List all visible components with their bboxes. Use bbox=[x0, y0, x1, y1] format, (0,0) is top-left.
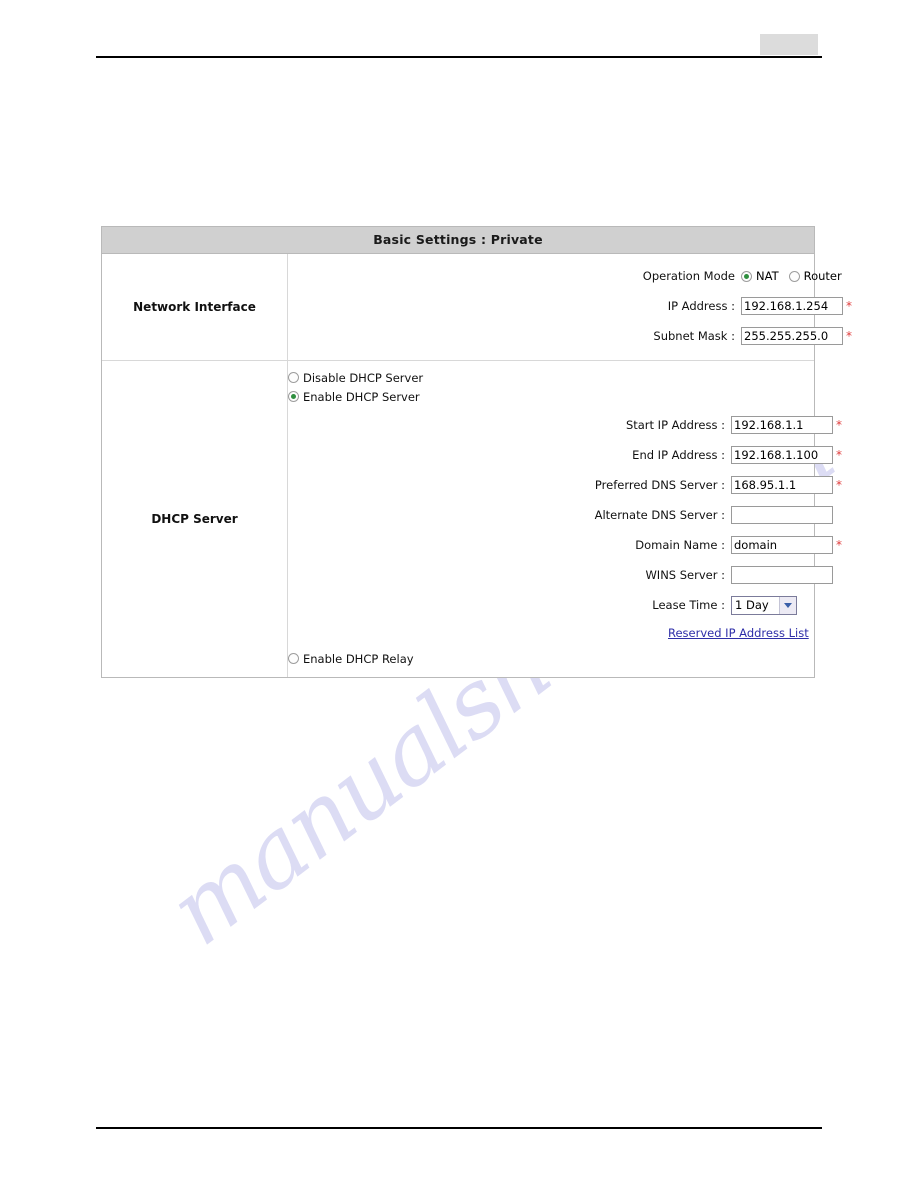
table-row-network-interface: Network Interface Operation Mode NAT Rou… bbox=[102, 254, 852, 360]
radio-router-label: Router bbox=[803, 269, 842, 283]
radio-enable-dhcp-relay-label: Enable DHCP Relay bbox=[303, 651, 414, 666]
row-label-dhcp-server: DHCP Server bbox=[102, 361, 288, 677]
required-marker-end-ip-address: * bbox=[836, 448, 842, 462]
required-marker-subnet-mask: * bbox=[846, 329, 852, 343]
input-ip-address[interactable] bbox=[741, 297, 843, 315]
reserved-ip-link-row: Reserved IP Address List bbox=[288, 620, 842, 646]
field-domain-name: Domain Name : * bbox=[288, 530, 842, 560]
row-label-network-interface: Network Interface bbox=[102, 254, 288, 360]
radio-router-icon[interactable] bbox=[788, 270, 800, 282]
radio-disable-dhcp-server-icon[interactable] bbox=[288, 372, 299, 383]
field-end-ip-address: End IP Address : * bbox=[288, 440, 842, 470]
panel-title: Basic Settings : Private bbox=[102, 227, 814, 254]
required-marker-preferred-dns-server: * bbox=[836, 478, 842, 492]
input-preferred-dns-server[interactable] bbox=[731, 476, 833, 494]
select-lease-time[interactable]: 1 Day bbox=[731, 595, 797, 615]
basic-settings-panel: Basic Settings : Private Network Interfa… bbox=[101, 226, 852, 678]
field-lease-time: Lease Time : 1 Day bbox=[288, 590, 842, 620]
required-marker-ip-address: * bbox=[846, 299, 852, 313]
operation-mode-field: Operation Mode NAT Router bbox=[298, 261, 852, 291]
row-body-network-interface: Operation Mode NAT Router IP Address : *… bbox=[288, 254, 852, 360]
radio-option-nat[interactable]: NAT bbox=[741, 269, 779, 283]
header-rule bbox=[96, 56, 822, 58]
field-wins-server: WINS Server : bbox=[288, 560, 842, 590]
input-start-ip-address[interactable] bbox=[731, 416, 833, 434]
radio-enable-dhcp-server-label: Enable DHCP Server bbox=[303, 389, 420, 404]
radio-nat-icon[interactable] bbox=[741, 270, 752, 282]
footer-rule bbox=[96, 1127, 822, 1129]
row-body-dhcp-server: Disable DHCP Server Enable DHCP Server S… bbox=[288, 361, 842, 677]
field-preferred-dns-server: Preferred DNS Server : * bbox=[288, 470, 842, 500]
radio-disable-dhcp-server-label: Disable DHCP Server bbox=[303, 370, 424, 385]
label-preferred-dns-server: Preferred DNS Server : bbox=[594, 478, 725, 492]
radio-enable-dhcp-relay-icon[interactable] bbox=[288, 653, 299, 664]
radio-option-disable-dhcp-server[interactable]: Disable DHCP Server bbox=[288, 368, 842, 387]
input-wins-server[interactable] bbox=[731, 566, 833, 584]
header-page-number-box bbox=[760, 34, 818, 55]
label-ip-address: IP Address : bbox=[667, 299, 735, 313]
input-alternate-dns-server[interactable] bbox=[731, 506, 833, 524]
label-lease-time: Lease Time : bbox=[652, 598, 725, 612]
reserved-ip-address-list-link[interactable]: Reserved IP Address List bbox=[668, 626, 809, 640]
field-start-ip-address: Start IP Address : * bbox=[288, 410, 842, 440]
input-subnet-mask[interactable] bbox=[741, 327, 843, 345]
chevron-down-icon[interactable] bbox=[779, 596, 796, 614]
radio-option-enable-dhcp-relay[interactable]: Enable DHCP Relay bbox=[288, 649, 842, 668]
label-start-ip-address: Start IP Address : bbox=[625, 418, 725, 432]
table-row-dhcp-server: DHCP Server Disable DHCP Server Enable D… bbox=[102, 360, 842, 677]
label-wins-server: WINS Server : bbox=[645, 568, 725, 582]
label-alternate-dns-server: Alternate DNS Server : bbox=[594, 508, 725, 522]
required-marker-start-ip-address: * bbox=[836, 418, 842, 432]
radio-enable-dhcp-server-icon[interactable] bbox=[288, 391, 299, 402]
required-marker-domain-name: * bbox=[836, 538, 842, 552]
label-end-ip-address: End IP Address : bbox=[632, 448, 725, 462]
field-subnet-mask: Subnet Mask : * bbox=[298, 321, 852, 351]
input-end-ip-address[interactable] bbox=[731, 446, 833, 464]
select-lease-time-value: 1 Day bbox=[735, 598, 769, 612]
radio-nat-label: NAT bbox=[756, 269, 779, 283]
radio-option-router[interactable]: Router bbox=[788, 269, 842, 283]
field-alternate-dns-server: Alternate DNS Server : bbox=[288, 500, 842, 530]
input-domain-name[interactable] bbox=[731, 536, 833, 554]
radio-option-enable-dhcp-server[interactable]: Enable DHCP Server bbox=[288, 387, 842, 406]
operation-mode-label: Operation Mode bbox=[642, 269, 735, 283]
label-domain-name: Domain Name : bbox=[635, 538, 725, 552]
label-subnet-mask: Subnet Mask : bbox=[653, 329, 735, 343]
field-ip-address: IP Address : * bbox=[298, 291, 852, 321]
